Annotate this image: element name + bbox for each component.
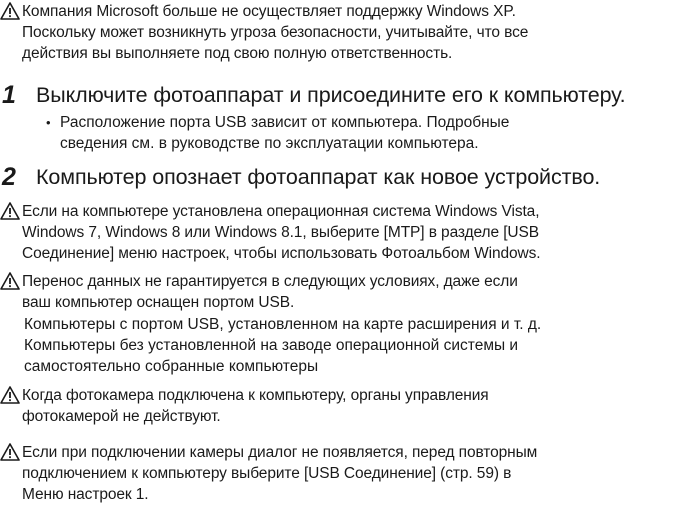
note-text: Когда фотокамера подключена к компьютеру… <box>22 385 489 427</box>
note-controls: Когда фотокамера подключена к компьютеру… <box>0 385 489 427</box>
note-line: Перенос данных не гарантируется в следую… <box>22 273 518 290</box>
step-1-details: • Расположение порта USB зависит от комп… <box>46 112 509 154</box>
note-line: Windows 7, Windows 8 или Windows 8.1, вы… <box>22 224 539 241</box>
warning-triangle-icon <box>0 386 22 406</box>
note-line: действия вы выполняете под свою полную о… <box>22 45 453 62</box>
warning-triangle-icon <box>0 272 22 292</box>
note-line: Компания Microsoft больше не осуществляе… <box>22 3 516 20</box>
detail-line: Расположение порта USB зависит от компью… <box>60 114 510 131</box>
note-line: ваш компьютер оснащен портом USB. <box>22 294 295 311</box>
transfer-conditions: Компьютеры с портом USB, установленном н… <box>24 314 541 377</box>
condition-line: Компьютеры с портом USB, установленном н… <box>24 316 542 333</box>
note-line: Если на компьютере установлена операцион… <box>22 203 540 220</box>
step-title: Выключите фотоаппарат и присоедините его… <box>36 83 626 107</box>
note-text: Компания Microsoft больше не осуществляе… <box>22 1 528 64</box>
step-2: 2 Компьютер опознает фотоаппарат как нов… <box>0 163 600 191</box>
manual-page: Компания Microsoft больше не осуществляе… <box>0 0 673 527</box>
warning-triangle-icon <box>0 202 22 222</box>
note-transfer: Перенос данных не гарантируется в следую… <box>0 271 518 313</box>
warning-triangle-icon <box>0 443 22 463</box>
step-number: 2 <box>2 163 16 191</box>
note-line: Поскольку может возникнуть угроза безопа… <box>22 24 529 41</box>
note-windows-vista: Если на компьютере установлена операцион… <box>0 201 541 264</box>
note-dialog: Если при подключении камеры диалог не по… <box>0 442 537 505</box>
note-text: Перенос данных не гарантируется в следую… <box>22 271 518 313</box>
note-text: Если на компьютере установлена операцион… <box>22 201 541 264</box>
note-line: Соединение] меню настроек, чтобы использ… <box>22 245 541 262</box>
note-text: Если при подключении камеры диалог не по… <box>22 442 537 505</box>
detail-line: сведения см. в руководстве по эксплуатац… <box>60 135 479 152</box>
step-title: Компьютер опознает фотоаппарат как новое… <box>36 165 601 189</box>
note-windows-xp: Компания Microsoft больше не осуществляе… <box>0 1 528 64</box>
note-line: Если при подключении камеры диалог не по… <box>22 444 538 461</box>
detail-text: Расположение порта USB зависит от компью… <box>60 112 509 154</box>
step-number: 1 <box>2 81 16 109</box>
warning-triangle-icon <box>0 2 22 22</box>
condition-line: Компьютеры без установленной на заводе о… <box>24 337 519 354</box>
step-1: 1 Выключите фотоаппарат и присоедините е… <box>0 81 626 109</box>
condition-line: самостоятельно собранные компьютеры <box>24 358 319 375</box>
note-line: подключением к компьютеру выберите [USB … <box>22 465 512 482</box>
note-line: фотокамерой не действуют. <box>22 408 221 425</box>
note-line: Когда фотокамера подключена к компьютеру… <box>22 387 489 404</box>
bullet-icon: • <box>46 115 51 130</box>
note-line: Меню настроек 1. <box>22 486 149 503</box>
